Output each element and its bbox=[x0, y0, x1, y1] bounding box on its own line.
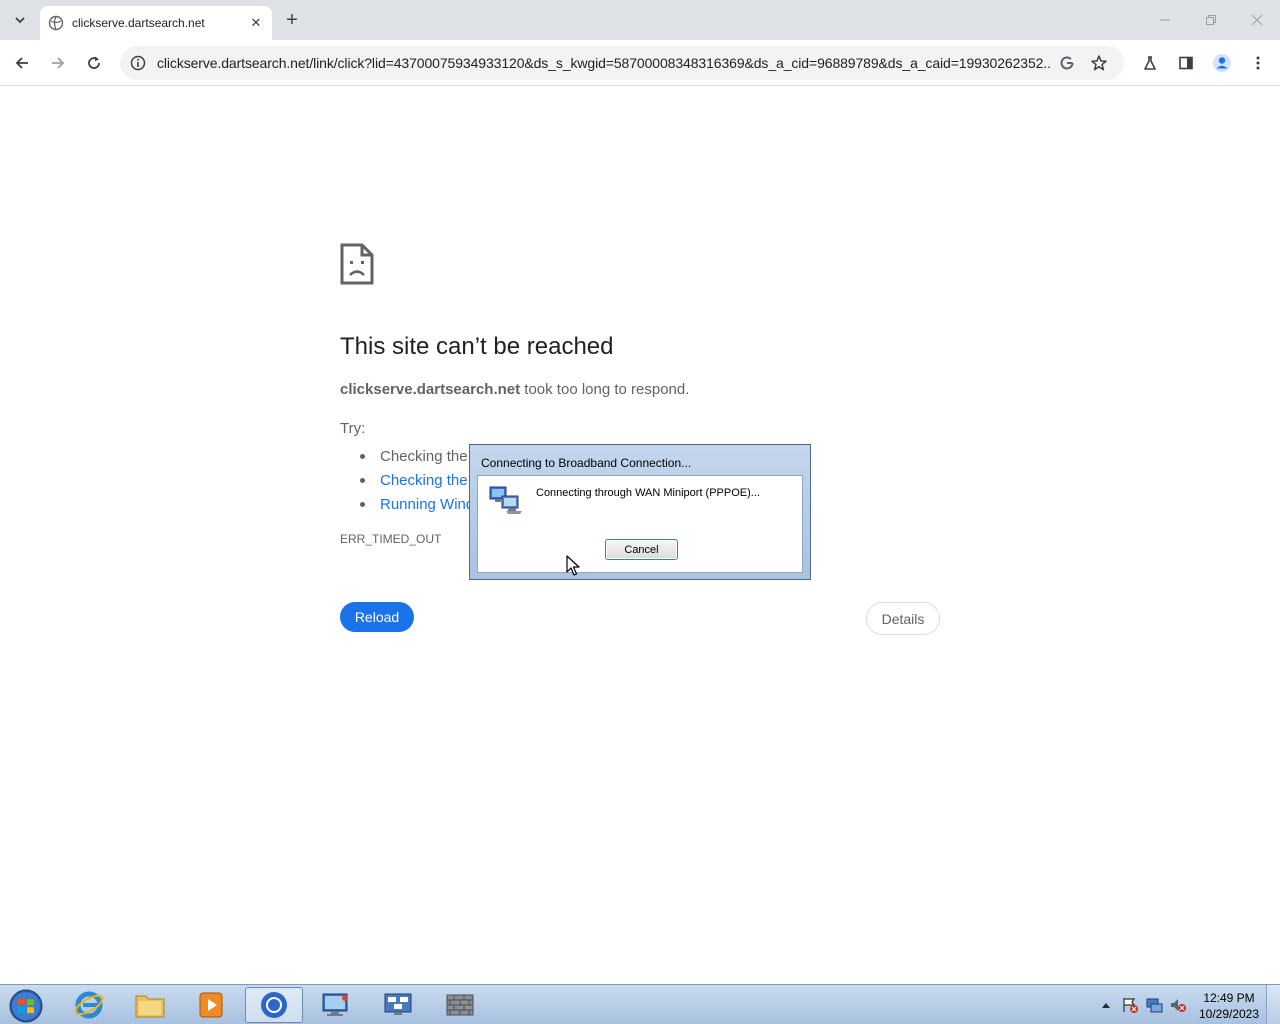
close-window-button[interactable] bbox=[1234, 0, 1280, 40]
network-status-icon bbox=[1146, 998, 1163, 1013]
volume-muted-icon bbox=[1171, 999, 1186, 1012]
tray-volume[interactable] bbox=[1168, 985, 1188, 1024]
suggestion-check-proxy-link[interactable]: Checking the bbox=[380, 472, 468, 489]
error-code: ERR_TIMED_OUT bbox=[340, 532, 442, 546]
show-desktop-button[interactable] bbox=[1266, 985, 1280, 1024]
mouse-cursor-icon bbox=[566, 555, 580, 576]
suggestion-run-diagnostics-link[interactable]: Running Wind bbox=[380, 496, 474, 513]
taskbar-network-connections[interactable] bbox=[369, 987, 427, 1023]
error-description-suffix: took too long to respond. bbox=[520, 381, 690, 398]
taskbar: 12:49 PM 10/29/2023 bbox=[0, 984, 1280, 1024]
restore-button[interactable] bbox=[1188, 0, 1234, 40]
internet-explorer-icon bbox=[74, 991, 104, 1019]
taskbar-chrome[interactable] bbox=[245, 987, 303, 1023]
error-host: clickserve.dartsearch.net bbox=[340, 381, 521, 398]
reload-toolbar-button[interactable] bbox=[78, 47, 110, 79]
menu-button[interactable] bbox=[1242, 47, 1274, 79]
error-title: This site can’t be reached bbox=[340, 333, 614, 360]
taskbar-media-player[interactable] bbox=[182, 987, 240, 1023]
browser-toolbar: clickserve.dartsearch.net/link/click?lid… bbox=[0, 40, 1280, 86]
side-panel-button[interactable] bbox=[1170, 47, 1202, 79]
minimize-icon bbox=[1160, 19, 1170, 21]
site-info-icon[interactable] bbox=[128, 53, 148, 73]
chevron-down-icon bbox=[15, 17, 25, 24]
show-hidden-icons-button[interactable] bbox=[1098, 985, 1114, 1024]
tab-search-button[interactable] bbox=[8, 8, 32, 32]
address-bar[interactable]: clickserve.dartsearch.net/link/click?lid… bbox=[120, 46, 1124, 80]
side-panel-icon bbox=[1179, 56, 1193, 70]
url-text[interactable]: clickserve.dartsearch.net/link/click?lid… bbox=[157, 55, 1052, 71]
try-label: Try: bbox=[340, 420, 366, 437]
dialog-message: Connecting through WAN Miniport (PPPOE).… bbox=[536, 487, 760, 499]
dialog-title: Connecting to Broadband Connection... bbox=[481, 456, 692, 470]
flask-icon bbox=[1144, 56, 1156, 70]
reload-icon bbox=[88, 56, 100, 69]
suggestion-list: Checking the Checking the Running Wind bbox=[360, 444, 474, 516]
browser-tab[interactable]: clickserve.dartsearch.net ✕ bbox=[40, 6, 272, 40]
back-button[interactable] bbox=[6, 47, 38, 79]
clock-date: 10/29/2023 bbox=[1198, 1007, 1260, 1021]
tray-network[interactable] bbox=[1144, 985, 1164, 1024]
start-button[interactable] bbox=[6, 988, 46, 1024]
taskbar-remote-desktop[interactable] bbox=[307, 987, 365, 1023]
suggestion-item: Checking the bbox=[360, 444, 474, 468]
close-icon bbox=[1251, 14, 1263, 26]
folder-icon bbox=[135, 995, 165, 1018]
network-connections-icon bbox=[384, 993, 412, 1015]
taskbar-firewall[interactable] bbox=[431, 987, 489, 1023]
dialog-cancel-button[interactable]: Cancel bbox=[605, 539, 678, 560]
windows-orb-icon bbox=[9, 989, 43, 1023]
taskbar-internet-explorer[interactable] bbox=[60, 987, 118, 1023]
firewall-icon bbox=[446, 994, 474, 1016]
screen: clickserve.dartsearch.net ✕ + clickserve… bbox=[0, 0, 1280, 1024]
bookmark-star-icon[interactable] bbox=[1088, 53, 1110, 73]
globe-icon bbox=[48, 15, 64, 31]
remote-desktop-icon bbox=[322, 993, 348, 1016]
minimize-button[interactable] bbox=[1142, 0, 1188, 40]
tab-title: clickserve.dartsearch.net bbox=[72, 16, 205, 30]
tab-strip: clickserve.dartsearch.net ✕ + bbox=[0, 0, 1280, 40]
suggestion-item[interactable]: Checking the bbox=[360, 468, 474, 492]
suggestion-item[interactable]: Running Wind bbox=[360, 492, 474, 516]
taskbar-clock[interactable]: 12:49 PM 10/29/2023 bbox=[1192, 990, 1266, 1022]
sad-page-icon bbox=[340, 243, 374, 285]
triangle-up-icon bbox=[1102, 1003, 1110, 1008]
details-button[interactable]: Details bbox=[866, 602, 940, 635]
google-lens-icon[interactable] bbox=[1057, 53, 1077, 73]
arrow-left-icon bbox=[15, 57, 28, 69]
tray-action-center[interactable] bbox=[1120, 985, 1140, 1024]
media-player-icon bbox=[199, 992, 223, 1018]
close-tab-icon[interactable]: ✕ bbox=[248, 15, 264, 31]
flag-error-icon bbox=[1123, 998, 1138, 1013]
taskbar-windows-explorer[interactable] bbox=[121, 987, 179, 1023]
avatar-icon bbox=[1213, 54, 1231, 72]
dialog-body: Connecting through WAN Miniport (PPPOE).… bbox=[477, 475, 803, 573]
forward-button[interactable] bbox=[42, 47, 74, 79]
arrow-right-icon bbox=[52, 57, 65, 69]
profile-button[interactable] bbox=[1206, 47, 1238, 79]
connecting-dialog: Connecting to Broadband Connection... Co… bbox=[469, 444, 811, 580]
labs-button[interactable] bbox=[1134, 47, 1166, 79]
clock-time: 12:49 PM bbox=[1203, 991, 1255, 1005]
error-description: clickserve.dartsearch.net took too long … bbox=[340, 381, 689, 398]
network-computers-icon bbox=[489, 486, 522, 514]
chrome-icon bbox=[261, 992, 287, 1018]
suggestion-check-network: Checking the bbox=[380, 447, 468, 465]
restore-icon bbox=[1206, 15, 1216, 25]
reload-button[interactable]: Reload bbox=[340, 602, 414, 632]
more-vert-icon bbox=[1256, 56, 1260, 70]
new-tab-button[interactable]: + bbox=[280, 8, 304, 32]
